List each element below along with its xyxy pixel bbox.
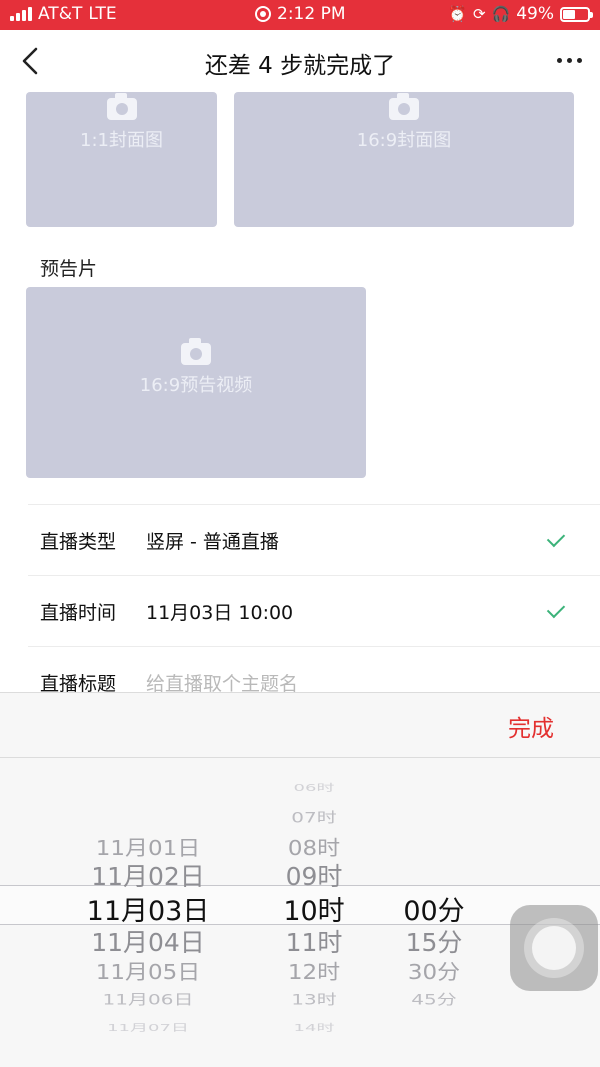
carrier-name: AT&T (38, 4, 83, 24)
trailer-video-upload[interactable]: 16:9预告视频 (26, 287, 366, 478)
live-time-value: 11月03日 10:00 (146, 602, 294, 624)
datetime-picker: 11月01日 11月02日 11月03日 11月04日 11月05日 11月06… (0, 758, 600, 1067)
date-option[interactable]: 11月03日 (48, 889, 248, 928)
live-time-label: 直播时间 (40, 602, 117, 624)
page-title: 还差 4 步就完成了 (204, 53, 396, 79)
hour-option[interactable]: 10时 (254, 889, 374, 928)
cover-wide-upload[interactable]: 16:9封面图 (234, 92, 574, 227)
battery-percent: 49% (516, 4, 554, 24)
network-type: LTE (88, 4, 117, 24)
hour-option[interactable]: 06时 (254, 780, 374, 794)
cover-square-label: 1:1封面图 (80, 130, 163, 151)
headphones-icon: 🎧 (491, 5, 511, 23)
date-option[interactable]: 11月04日 (48, 923, 248, 959)
trailer-section-label: 预告片 (40, 258, 98, 280)
picker-toolbar: 完成 (0, 692, 600, 758)
minute-option[interactable]: 30分 (374, 955, 494, 985)
camera-icon (389, 93, 419, 120)
camera-icon (181, 338, 211, 365)
minute-option[interactable]: 15分 (374, 923, 494, 959)
assistive-touch-button[interactable] (510, 905, 598, 991)
hour-option[interactable]: 13时 (254, 988, 374, 1009)
live-title-input[interactable]: 给直播取个主题名 (146, 669, 298, 692)
live-title-row[interactable]: 直播标题 给直播取个主题名 (28, 646, 600, 692)
form-content: 1:1封面图 16:9封面图 预告片 16:9预告视频 直播类型 竖屏 - 普通… (0, 92, 600, 692)
live-title-label: 直播标题 (40, 673, 117, 692)
cover-square-upload[interactable]: 1:1封面图 (26, 92, 217, 227)
hour-option[interactable]: 14时 (254, 1020, 374, 1034)
live-time-row[interactable]: 直播时间 11月03日 10:00 (28, 575, 600, 646)
hour-wheel[interactable]: 06时 07时 08时 09时 10时 11时 12时 13时 14时 (254, 758, 374, 1067)
nav-bar: 还差 4 步就完成了 (0, 30, 600, 92)
date-option[interactable]: 11月05日 (48, 955, 248, 985)
more-options-button[interactable] (557, 58, 582, 63)
cover-wide-label: 16:9封面图 (356, 130, 452, 151)
minute-option[interactable]: 45分 (374, 988, 494, 1009)
live-type-value: 竖屏 - 普通直播 (146, 531, 279, 553)
screen-record-icon (255, 6, 271, 22)
camera-icon (106, 93, 137, 120)
date-option[interactable]: 11月06日 (48, 988, 248, 1009)
check-icon (546, 599, 566, 619)
done-button[interactable]: 完成 (508, 709, 554, 743)
battery-icon (560, 6, 593, 22)
alarm-icon: ⏰ (448, 5, 467, 23)
check-icon (546, 528, 566, 548)
date-wheel[interactable]: 11月01日 11月02日 11月03日 11月04日 11月05日 11月06… (48, 758, 248, 1067)
hour-option[interactable]: 09时 (254, 857, 374, 893)
date-option[interactable]: 11月07日 (48, 1020, 248, 1034)
trailer-video-label: 16:9预告视频 (139, 375, 253, 396)
rotation-lock-icon: ⟳ (472, 5, 486, 23)
signal-icon (10, 7, 32, 21)
hour-option[interactable]: 11时 (254, 923, 374, 959)
live-type-label: 直播类型 (40, 531, 117, 553)
date-option[interactable]: 11月02日 (48, 857, 248, 893)
status-bar: AT&T LTE 2:12 PM ⏰ ⟳ 🎧 49% (0, 0, 600, 30)
status-time: 2:12 PM (277, 4, 346, 24)
minute-option[interactable]: 00分 (374, 889, 494, 928)
hour-option[interactable]: 07时 (254, 806, 374, 827)
minute-wheel[interactable]: 00分 15分 30分 45分 (374, 758, 494, 1067)
live-type-row[interactable]: 直播类型 竖屏 - 普通直播 (28, 504, 600, 575)
hour-option[interactable]: 12时 (254, 955, 374, 985)
